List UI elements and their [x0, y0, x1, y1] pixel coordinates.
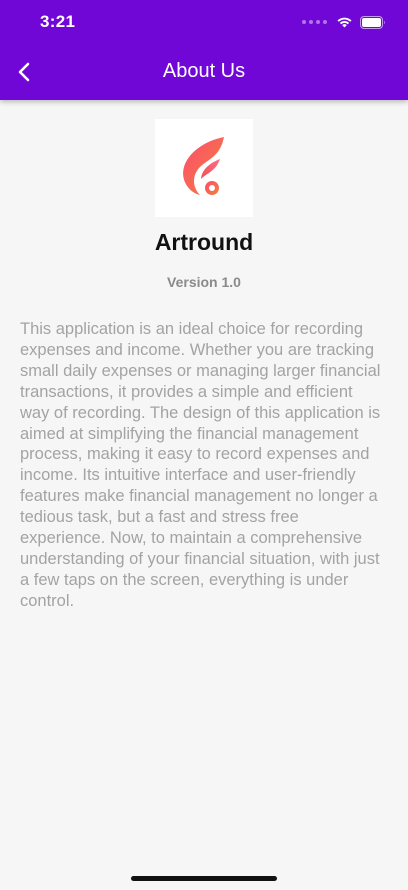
page-title: About Us: [162, 60, 246, 82]
home-indicator[interactable]: [131, 876, 277, 881]
artround-flame-logo-icon: [183, 137, 224, 195]
about-us-screen: 3:21 About Us Artround Version 1.0 This …: [0, 0, 408, 890]
wifi-icon: [337, 17, 352, 28]
status-icons: [302, 14, 386, 30]
app-logo: [155, 119, 253, 217]
status-time: 3:21: [40, 12, 76, 31]
app-version: Version 1.0: [167, 274, 241, 290]
cellular-signal-icon: [302, 20, 327, 24]
battery-icon: [360, 15, 385, 29]
navigation-header: 3:21 About Us: [0, 0, 408, 100]
app-name: Artround: [154, 229, 254, 255]
about-description: This application is an ideal choice for …: [20, 320, 381, 610]
